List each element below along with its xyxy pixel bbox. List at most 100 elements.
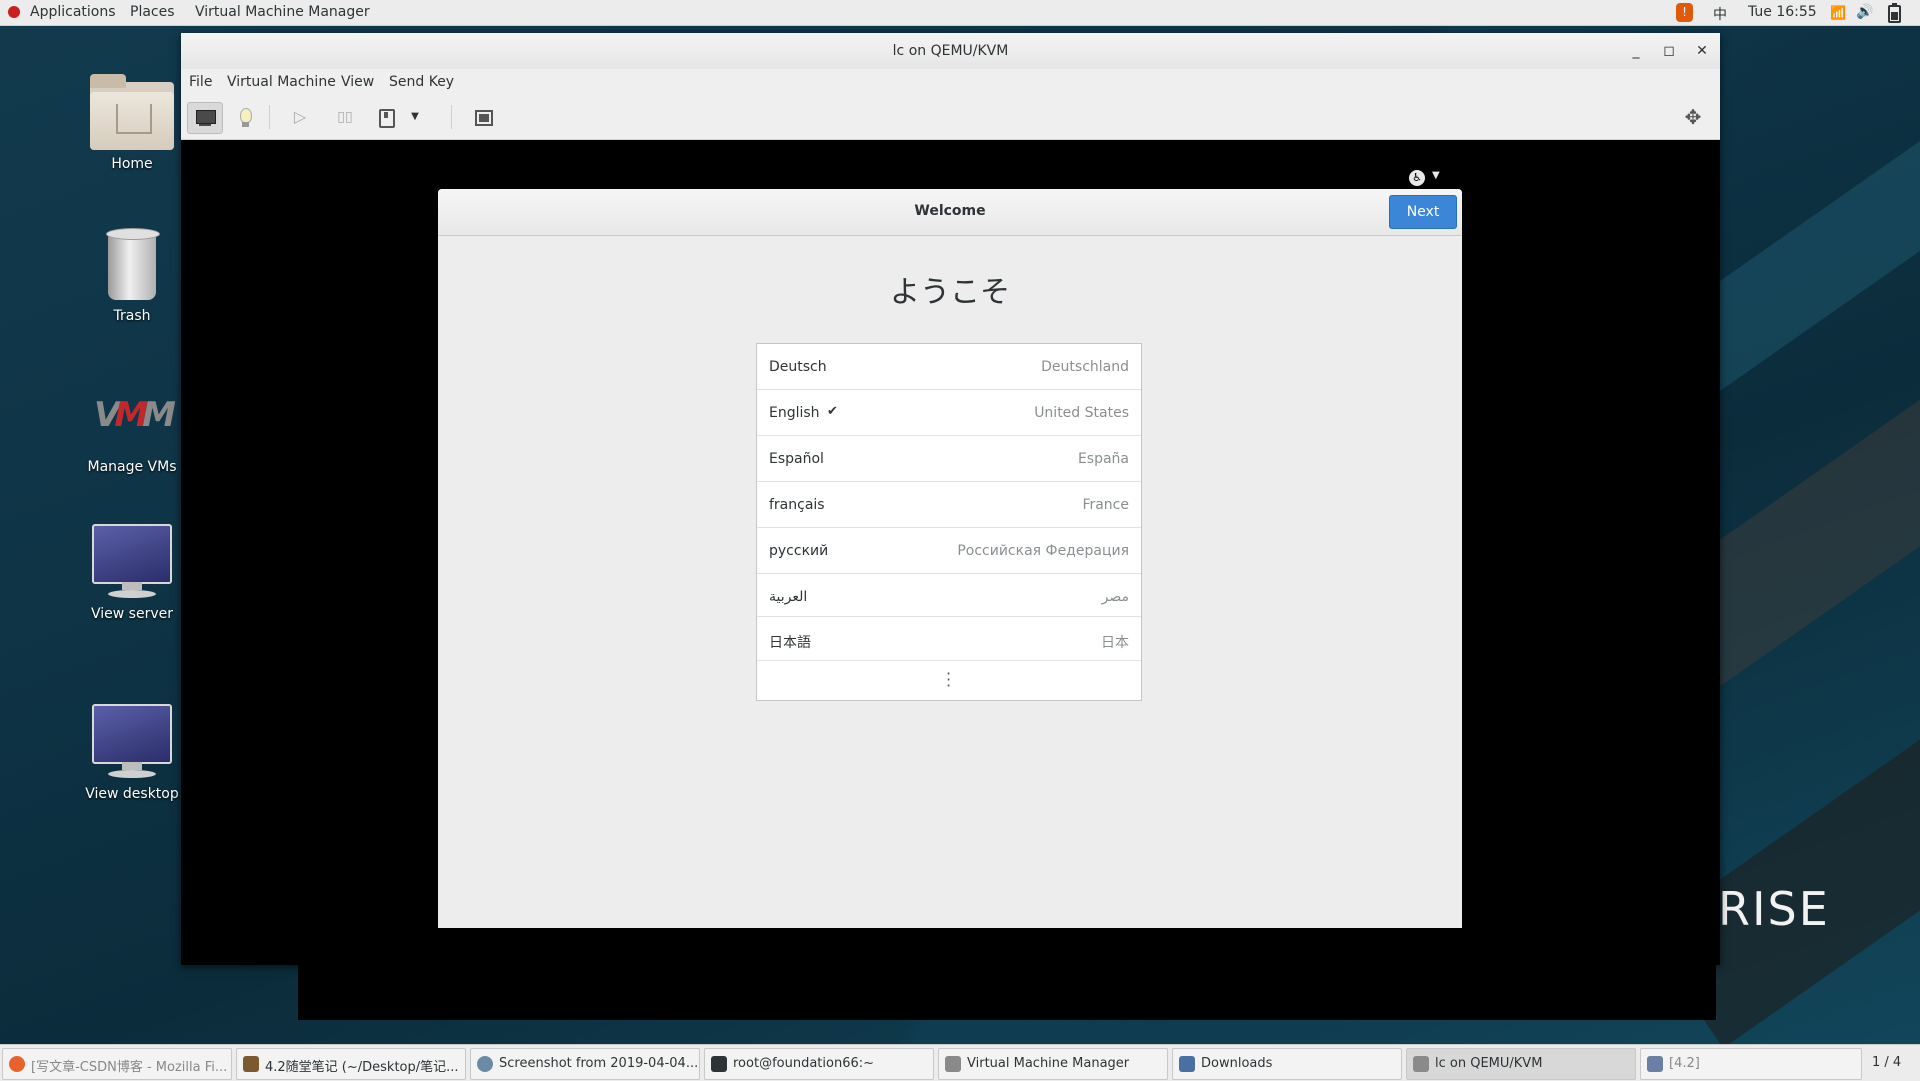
taskbar-item[interactable]: 4.2随堂笔记 (~/Desktop/笔记...	[236, 1048, 466, 1080]
fullscreen-icon: ✥	[1684, 105, 1702, 129]
notification-icon[interactable]: !	[1676, 3, 1693, 22]
shutdown-menu-button[interactable]: ▼	[404, 102, 426, 132]
window-title: lc on QEMU/KVM	[892, 43, 1009, 59]
desktop-icon-view-desktop[interactable]: View desktop	[72, 704, 192, 802]
places-menu[interactable]: Places	[130, 4, 175, 20]
desktop-icon-home[interactable]: Home	[72, 74, 192, 172]
language-row-espanol[interactable]: Español España	[757, 436, 1141, 482]
run-button[interactable]: ▷	[283, 102, 317, 132]
language-region: France	[1082, 497, 1129, 513]
window-titlebar[interactable]: lc on QEMU/KVM _ ◻ ✕	[181, 33, 1720, 70]
next-button[interactable]: Next	[1389, 195, 1457, 229]
monitor-icon	[92, 524, 172, 600]
taskbar-item-label: 4.2随堂笔记 (~/Desktop/笔记...	[265, 1060, 459, 1075]
taskbar-item[interactable]: Downloads	[1172, 1048, 1402, 1080]
wifi-icon[interactable]: 📶	[1830, 6, 1846, 21]
taskbar-item[interactable]: root@foundation66:~	[704, 1048, 934, 1080]
input-method-indicator[interactable]: 中	[1713, 4, 1727, 24]
desktop-icon-manage-vms[interactable]: VMM Manage VMs	[72, 395, 192, 475]
vm-console-window: lc on QEMU/KVM _ ◻ ✕ File Virtual Machin…	[181, 33, 1720, 965]
image-viewer-icon	[477, 1056, 493, 1072]
active-app-menu[interactable]: Virtual Machine Manager	[195, 4, 370, 20]
terminal-icon	[711, 1056, 727, 1072]
desktop-icon-label: View server	[91, 606, 173, 622]
language-region: United States	[1034, 405, 1129, 421]
wallpaper-brand-text: RISE	[1718, 882, 1830, 936]
shutdown-button[interactable]	[369, 102, 403, 132]
language-name: English	[769, 405, 820, 421]
language-name: العربية	[769, 589, 808, 605]
language-region: مصر	[1101, 589, 1129, 605]
welcome-dialog: Welcome Next ようこそ Deutsch Deutschland En…	[438, 189, 1462, 928]
toolbar: ▷ ▯▯ ▼ ✥	[181, 95, 1720, 140]
menu-virtual-machine[interactable]: Virtual Machine	[227, 74, 336, 90]
language-region: España	[1077, 451, 1129, 467]
language-name: 日本語	[769, 635, 811, 651]
language-row-japanese[interactable]: 日本語 日本	[757, 617, 1141, 661]
pause-icon: ▯▯	[337, 109, 353, 125]
close-button[interactable]: ✕	[1692, 41, 1712, 61]
chevron-down-icon[interactable]: ▼	[1432, 170, 1440, 181]
minimize-button[interactable]: _	[1626, 41, 1646, 61]
taskbar-item-label: root@foundation66:~	[733, 1056, 875, 1071]
language-region: Российская Федерация	[957, 543, 1129, 559]
volume-icon[interactable]: 🔊	[1856, 4, 1873, 20]
window-shadow	[298, 965, 1716, 1020]
language-row-english[interactable]: English ✔ United States	[757, 390, 1141, 436]
taskbar-item-label: [4.2]	[1669, 1056, 1700, 1071]
desktop-icon-label: Trash	[113, 308, 151, 324]
text-editor-icon	[243, 1056, 259, 1072]
accessibility-icon[interactable]: ♿	[1409, 170, 1425, 186]
language-row-deutsch[interactable]: Deutsch Deutschland	[757, 344, 1141, 390]
pause-button[interactable]: ▯▯	[328, 102, 362, 132]
home-folder-icon	[90, 74, 174, 150]
menu-send-key[interactable]: Send Key	[389, 74, 454, 90]
lightbulb-icon	[240, 108, 252, 123]
guest-display[interactable]: ♿ ▼ Welcome Next ようこそ Deutsch Deutschlan…	[181, 140, 1720, 965]
taskbar-item[interactable]: [写文章-CSDN博客 - Mozilla Fi...	[2, 1048, 232, 1080]
welcome-heading: ようこそ	[890, 275, 1010, 310]
fullscreen-button[interactable]: ✥	[1676, 102, 1710, 132]
window-list-bar: [写文章-CSDN博客 - Mozilla Fi... 4.2随堂笔记 (~/D…	[0, 1044, 1920, 1081]
menu-file[interactable]: File	[189, 74, 212, 90]
dialog-title: Welcome	[914, 203, 986, 219]
snapshots-button[interactable]	[465, 102, 499, 132]
taskbar-item-label: Downloads	[1201, 1056, 1273, 1071]
desktop-icon-trash[interactable]: Trash	[72, 228, 192, 324]
language-list: Deutsch Deutschland English ✔ United Sta…	[756, 343, 1142, 701]
battery-icon[interactable]	[1888, 3, 1901, 23]
taskbar-item-label: Virtual Machine Manager	[967, 1056, 1130, 1071]
desktop-icon-label: View desktop	[85, 786, 179, 802]
applications-menu[interactable]: Applications	[30, 4, 116, 20]
document-icon	[1647, 1056, 1663, 1072]
language-row-arabic[interactable]: العربية مصر	[757, 574, 1141, 617]
vm-console-icon	[1413, 1056, 1429, 1072]
play-icon: ▷	[293, 107, 307, 126]
taskbar-item-label: [写文章-CSDN博客 - Mozilla Fi...	[31, 1060, 228, 1075]
language-name: русский	[769, 543, 829, 559]
workspace-indicator[interactable]: 1 / 4	[1872, 1055, 1901, 1070]
more-languages-row[interactable]: · · ·	[757, 661, 1141, 700]
more-vertical-icon: · · ·	[946, 664, 952, 695]
toolbar-separator	[451, 105, 452, 129]
virt-manager-icon: VMM	[93, 395, 176, 435]
desktop-icon-view-server[interactable]: View server	[72, 524, 192, 622]
vmm-icon	[945, 1056, 961, 1072]
redhat-logo-icon	[8, 6, 20, 18]
show-console-button[interactable]	[187, 102, 223, 134]
taskbar-item[interactable]: Screenshot from 2019-04-04...	[470, 1048, 700, 1080]
menu-view[interactable]: View	[341, 74, 374, 90]
taskbar-item[interactable]: [4.2]	[1640, 1048, 1862, 1080]
language-row-francais[interactable]: français France	[757, 482, 1141, 528]
show-details-button[interactable]	[228, 102, 262, 132]
language-name: français	[769, 497, 825, 513]
desktop-icon-label: Home	[111, 156, 153, 172]
language-row-russian[interactable]: русский Российская Федерация	[757, 528, 1141, 574]
taskbar-item-active[interactable]: lc on QEMU/KVM	[1406, 1048, 1636, 1080]
taskbar-item[interactable]: Virtual Machine Manager	[938, 1048, 1168, 1080]
checkmark-icon: ✔	[827, 404, 838, 419]
taskbar-item-label: Screenshot from 2019-04-04...	[499, 1056, 699, 1071]
clock[interactable]: Tue 16:55	[1748, 4, 1817, 20]
maximize-button[interactable]: ◻	[1659, 41, 1679, 61]
dialog-header: Welcome Next	[438, 189, 1462, 236]
